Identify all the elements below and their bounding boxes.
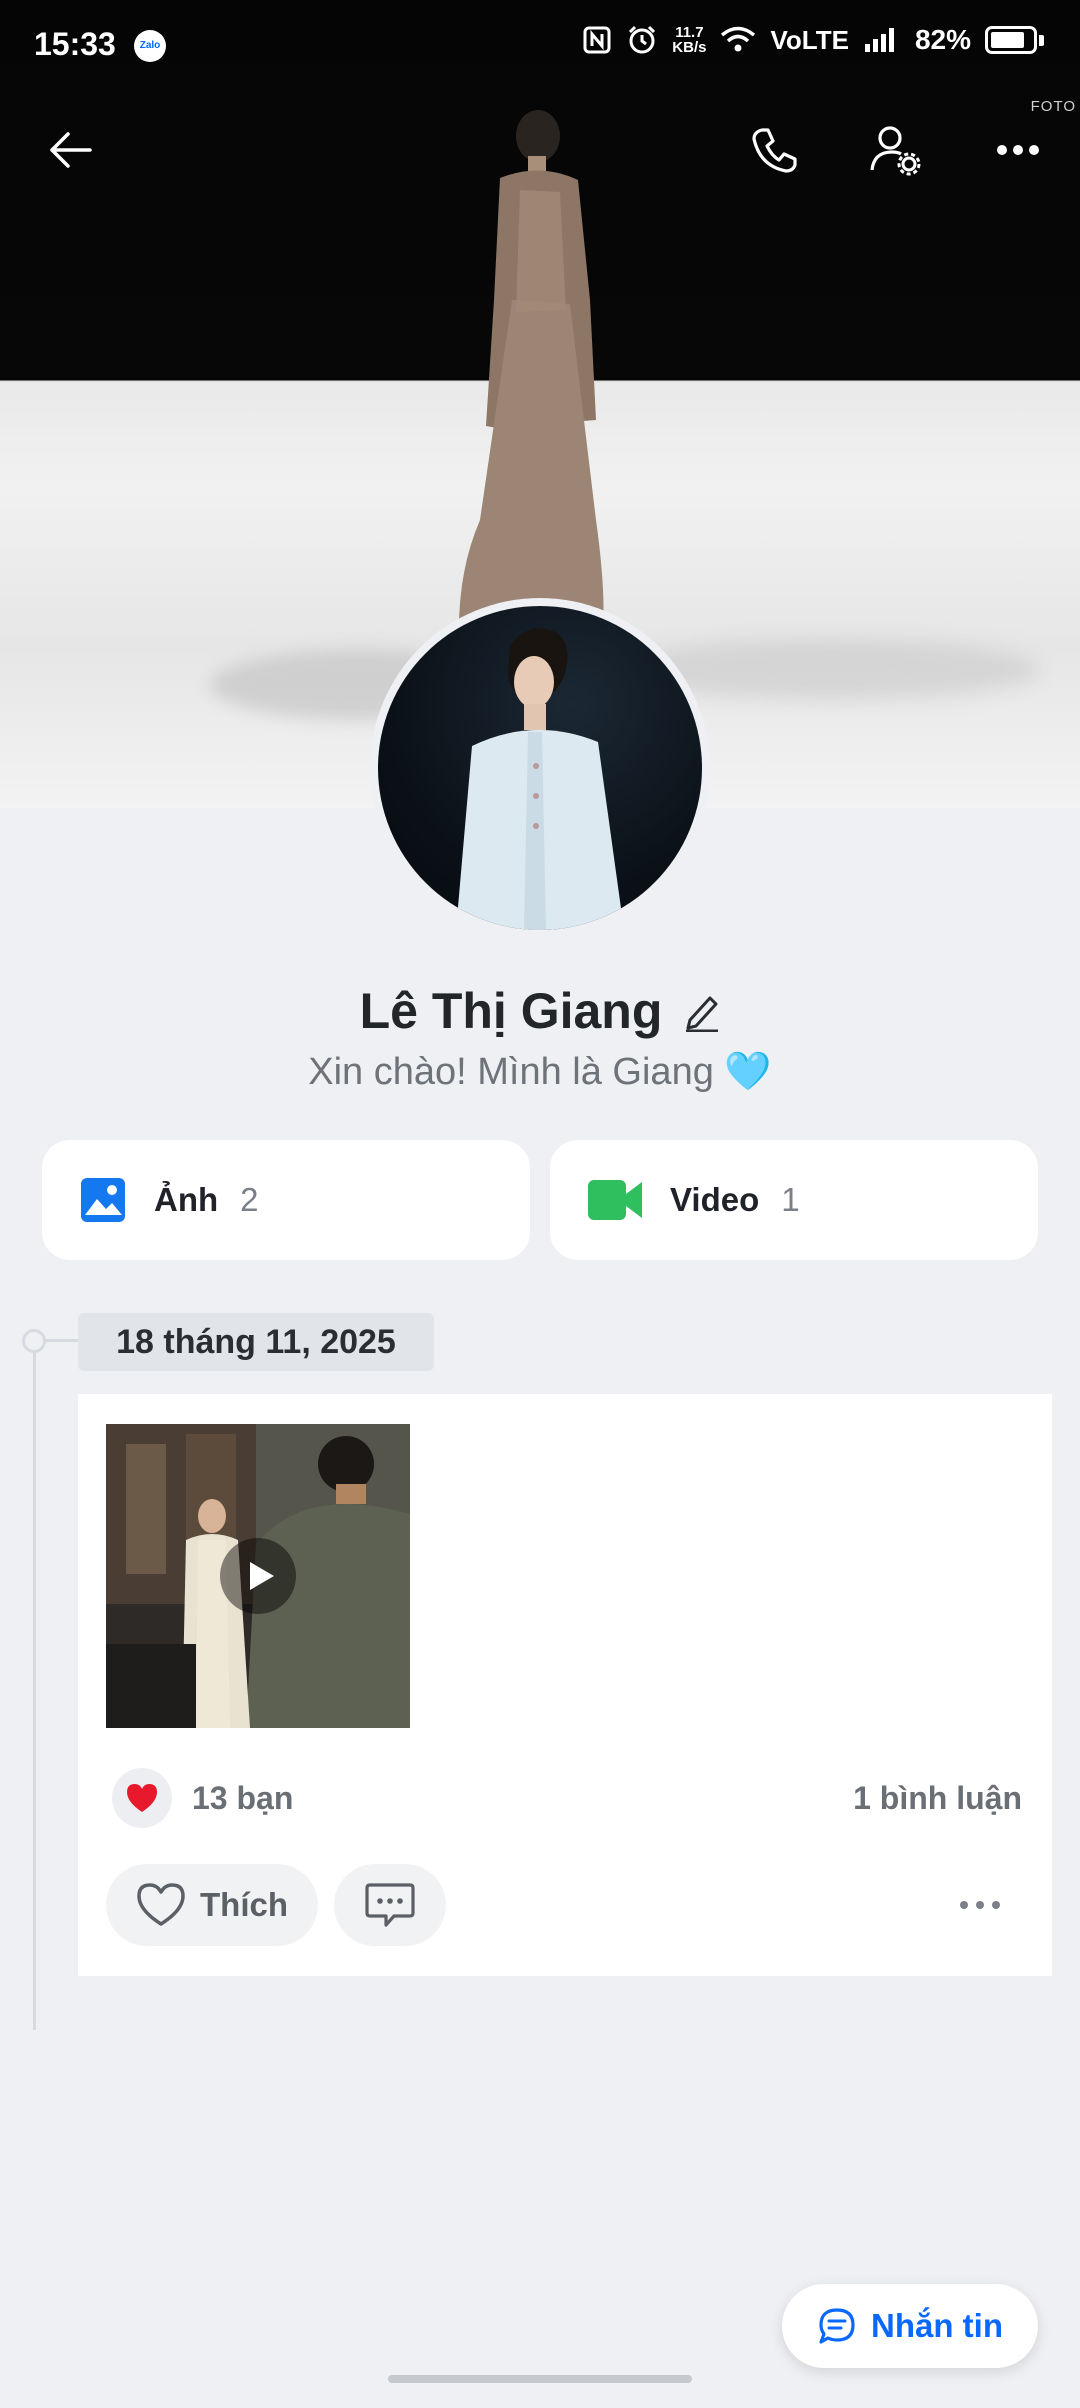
reaction-count[interactable]: 13 bạn (192, 1780, 293, 1817)
cover-model-figure (458, 110, 604, 660)
message-bubble-icon (819, 2308, 855, 2344)
zalo-notification-icon: Zalo (134, 30, 166, 62)
more-options-button[interactable] (986, 118, 1050, 182)
photos-card[interactable]: Ảnh 2 (42, 1140, 530, 1260)
cover-watermark: FOTO (1030, 98, 1076, 115)
avatar-photo (456, 628, 624, 930)
videos-card[interactable]: Video 1 (550, 1140, 1038, 1260)
timeline-date: 18 tháng 11, 2025 (78, 1313, 434, 1371)
profile-avatar[interactable] (370, 598, 710, 938)
video-thumbnail[interactable] (106, 1424, 410, 1728)
timeline-dot (22, 1329, 46, 1353)
photos-count: 2 (240, 1181, 259, 1218)
wifi-icon (721, 26, 756, 52)
reaction-row: 13 bạn 1 bình luận (112, 1768, 1022, 1828)
like-label: Thích (200, 1886, 288, 1923)
comment-count[interactable]: 1 bình luận (853, 1780, 1022, 1817)
network-speed: 11.7 KB/s (672, 25, 706, 55)
reaction-heart-badge[interactable] (112, 1768, 172, 1828)
heart-outline-icon (137, 1883, 185, 1926)
send-message-button[interactable]: Nhắn tin (782, 2284, 1038, 2368)
heart-icon (127, 1784, 157, 1812)
user-settings-icon (870, 126, 921, 176)
send-message-label: Nhắn tin (871, 2307, 1003, 2344)
battery-percent: 82% (914, 24, 971, 55)
battery-icon (985, 26, 1044, 54)
videos-label: Video (670, 1181, 760, 1218)
profile-name-row: Lê Thị Giang (0, 982, 1080, 1040)
nfc-icon (583, 26, 611, 54)
image-icon (81, 1178, 125, 1222)
network-speed-value: 11.7 (675, 24, 704, 41)
comment-icon (365, 1883, 415, 1927)
network-type-label: VoLTE (770, 24, 849, 55)
status-bar: 15:33 Zalo 11.7 KB/s VoLTE 82% (0, 0, 1080, 92)
video-camera-icon (588, 1180, 642, 1220)
comment-button[interactable] (334, 1864, 446, 1946)
back-button[interactable] (38, 118, 102, 182)
timeline-line (33, 1340, 36, 2030)
timeline-connector (46, 1339, 78, 1342)
home-indicator[interactable] (388, 2375, 692, 2383)
profile-bio: Xin chào! Mình là Giang 🩵 (308, 1051, 772, 1093)
play-icon (250, 1562, 274, 1590)
more-icon (997, 145, 1039, 155)
videos-count: 1 (781, 1181, 800, 1218)
status-icons: 11.7 KB/s VoLTE 82% (582, 24, 1044, 56)
profile-settings-button[interactable] (864, 118, 928, 182)
timeline-post: 13 bạn 1 bình luận Thích (78, 1394, 1052, 1976)
post-action-row: Thích (106, 1864, 1024, 1946)
call-button[interactable] (742, 118, 806, 182)
edit-name-icon[interactable] (682, 990, 720, 1032)
alarm-icon (629, 25, 656, 54)
post-more-button[interactable] (960, 1901, 1000, 1909)
signal-icon (864, 28, 894, 52)
like-button[interactable]: Thích (106, 1864, 318, 1946)
phone-icon (752, 128, 797, 173)
back-arrow-icon (50, 132, 92, 168)
profile-name: Lê Thị Giang (359, 983, 663, 1039)
status-time: 15:33 (34, 26, 116, 62)
network-speed-unit: KB/s (672, 39, 707, 56)
photos-label: Ảnh (154, 1181, 219, 1218)
